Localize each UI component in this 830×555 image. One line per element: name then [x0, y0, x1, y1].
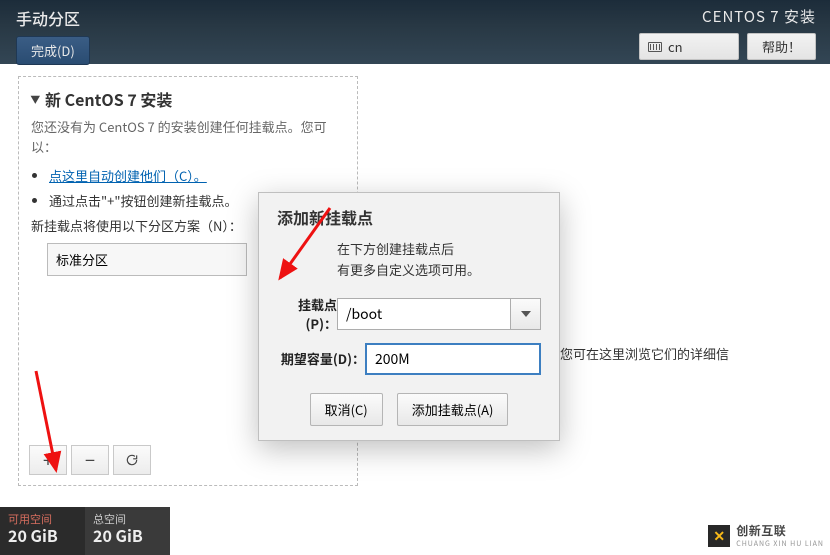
keyboard-icon: [648, 42, 662, 52]
header-bar: 手动分区 完成(D) CENTOS 7 安装 cn 帮助！: [0, 0, 830, 64]
add-mountpoint-dialog: 添加新挂载点 在下方创建挂载点后 有更多自定义选项可用。 挂载点(P)： 期望容…: [258, 192, 560, 441]
cancel-button[interactable]: 取消(C): [310, 393, 383, 426]
help-button[interactable]: 帮助！: [747, 33, 816, 60]
add-mountpoint-button[interactable]: +: [29, 445, 67, 475]
watermark-sub: CHUANG XIN HU LIAN: [736, 539, 824, 549]
watermark-brand: 创新互联: [736, 522, 824, 539]
done-button[interactable]: 完成(D): [16, 36, 90, 65]
auto-create-link-item: 点这里自动创建他们（C）。: [49, 166, 345, 185]
language-code: cn: [668, 37, 683, 56]
header-left: 手动分区 完成(D): [16, 6, 90, 65]
available-space-card: 可用空间 20 GiB: [0, 507, 85, 555]
capacity-label: 期望容量(D)：: [277, 349, 365, 368]
section-title: ▶新 CentOS 7 安装: [31, 87, 345, 111]
available-space-value: 20 GiB: [8, 526, 77, 545]
mountpoint-row: 挂载点(P)：: [277, 295, 541, 333]
mountpoint-label: 挂载点(P)：: [277, 295, 337, 333]
capacity-input[interactable]: [365, 343, 541, 375]
mountpoint-dropdown-button[interactable]: [511, 298, 541, 330]
header-right: CENTOS 7 安装 cn 帮助！: [639, 6, 816, 60]
dialog-description: 在下方创建挂载点后 有更多自定义选项可用。: [337, 239, 541, 281]
remove-mountpoint-button[interactable]: −: [71, 445, 109, 475]
footer-bar: 可用空间 20 GiB 总空间 20 GiB: [0, 507, 830, 555]
installer-title: CENTOS 7 安装: [639, 6, 816, 27]
dialog-buttons: 取消(C) 添加挂载点(A): [277, 393, 541, 426]
watermark: ✕ 创新互联 CHUANG XIN HU LIAN: [708, 522, 824, 549]
scheme-value: 标准分区: [56, 250, 108, 269]
section-description: 您还没有为 CentOS 7 的安装创建任何挂载点。您可以：: [31, 117, 345, 156]
screen-title: 手动分区: [16, 6, 90, 30]
total-space-value: 20 GiB: [93, 526, 162, 545]
chevron-down-icon: [521, 311, 531, 317]
reload-icon: [125, 453, 139, 467]
partition-scheme-select[interactable]: 标准分区: [47, 243, 247, 276]
dialog-title: 添加新挂载点: [277, 205, 541, 229]
mountpoint-input[interactable]: [337, 298, 511, 330]
mountpoint-toolbar: + −: [29, 445, 151, 475]
capacity-row: 期望容量(D)：: [277, 343, 541, 375]
disclosure-triangle-icon[interactable]: ▶: [29, 95, 44, 105]
reload-button[interactable]: [113, 445, 151, 475]
watermark-logo-icon: ✕: [708, 525, 730, 547]
confirm-add-button[interactable]: 添加挂载点(A): [397, 393, 509, 426]
mountpoint-combo[interactable]: [337, 298, 541, 330]
auto-create-link[interactable]: 点这里自动创建他们（C）。: [49, 166, 207, 185]
keyboard-language-indicator[interactable]: cn: [639, 33, 739, 60]
total-space-card: 总空间 20 GiB: [85, 507, 170, 555]
